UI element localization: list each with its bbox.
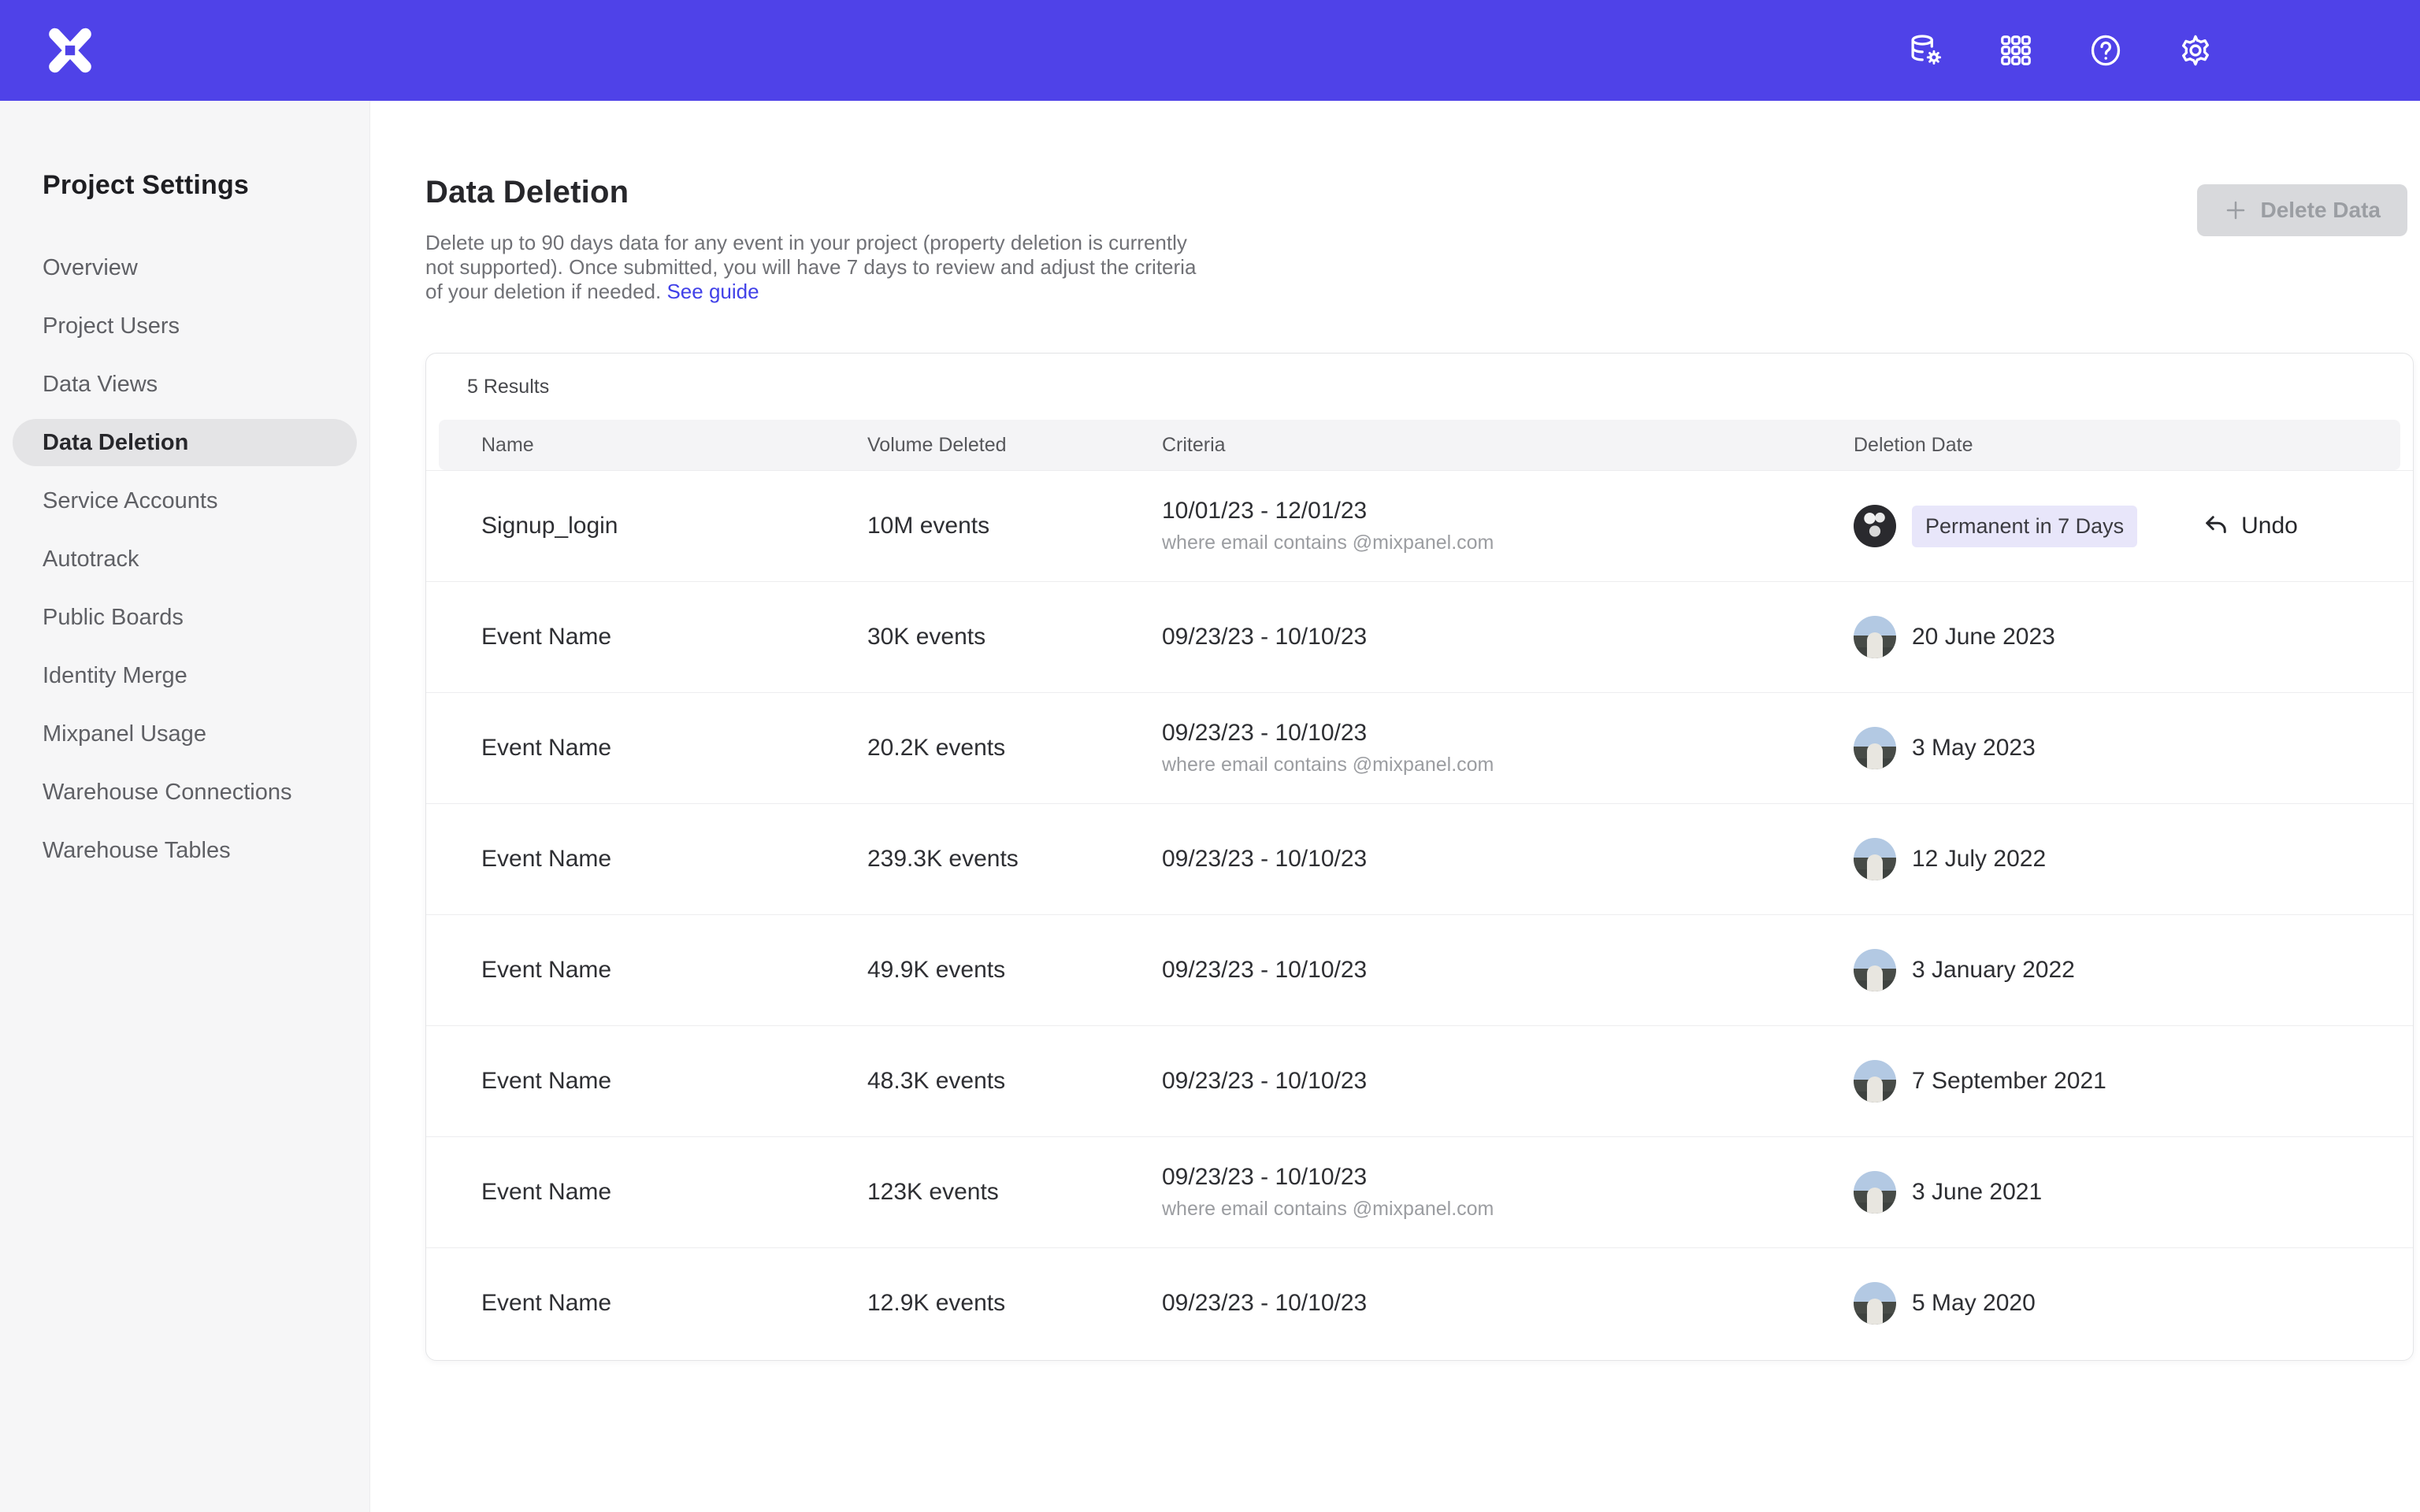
deletion-date: 3 May 2023 bbox=[1912, 735, 2036, 762]
main-content: Data Deletion Delete up to 90 days data … bbox=[370, 101, 2420, 1512]
results-count: 5 Results bbox=[426, 354, 2413, 420]
user-avatar bbox=[1854, 1171, 1896, 1214]
plus-icon bbox=[2224, 198, 2247, 222]
sidebar-item-autotrack[interactable]: Autotrack bbox=[0, 530, 369, 588]
column-header-volume-deleted: Volume Deleted bbox=[867, 434, 1162, 457]
column-header-criteria: Criteria bbox=[1162, 434, 1854, 457]
volume-deleted: 30K events bbox=[867, 624, 1162, 650]
status-badge: Permanent in 7 Days bbox=[1912, 506, 2137, 547]
mixpanel-x-icon bbox=[44, 24, 96, 76]
table-row: Event Name 48.3K events 09/23/23 - 10/10… bbox=[426, 1025, 2413, 1136]
user-avatar bbox=[1854, 505, 1896, 547]
sidebar-item-warehouse-connections[interactable]: Warehouse Connections bbox=[0, 763, 369, 821]
event-name: Event Name bbox=[426, 1179, 867, 1206]
column-header-name: Name bbox=[439, 434, 867, 457]
user-avatar bbox=[1854, 1060, 1896, 1102]
table-row: Event Name 49.9K events 09/23/23 - 10/10… bbox=[426, 914, 2413, 1025]
criteria-range: 09/23/23 - 10/10/23 bbox=[1162, 720, 1854, 747]
table-row: Event Name 123K events 09/23/23 - 10/10/… bbox=[426, 1136, 2413, 1247]
see-guide-link[interactable]: See guide bbox=[666, 280, 759, 303]
page-description-text: Delete up to 90 days data for any event … bbox=[425, 231, 1196, 303]
undo-label: Undo bbox=[2241, 513, 2298, 539]
table-row: Event Name 20.2K events 09/23/23 - 10/10… bbox=[426, 692, 2413, 803]
table-header-row: Name Volume Deleted Criteria Deletion Da… bbox=[439, 420, 2400, 470]
criteria-range: 09/23/23 - 10/10/23 bbox=[1162, 624, 1854, 650]
event-name: Event Name bbox=[426, 624, 867, 650]
undo-icon bbox=[2202, 512, 2230, 540]
sidebar-item-project-users[interactable]: Project Users bbox=[0, 297, 369, 355]
user-avatar bbox=[1854, 616, 1896, 658]
app-window: Project Settings Overview Project Users … bbox=[0, 0, 2420, 1512]
help-icon[interactable] bbox=[2088, 32, 2124, 69]
table-row: Event Name 30K events 09/23/23 - 10/10/2… bbox=[426, 581, 2413, 692]
column-header-deletion-date: Deletion Date bbox=[1854, 434, 2400, 457]
criteria-range: 09/23/23 - 10/10/23 bbox=[1162, 846, 1854, 873]
mixpanel-logo[interactable] bbox=[0, 24, 96, 76]
sidebar-item-overview[interactable]: Overview bbox=[0, 239, 369, 297]
event-name: Event Name bbox=[426, 846, 867, 873]
deletion-date: 20 June 2023 bbox=[1912, 624, 2055, 650]
deletion-requests-card: 5 Results Name Volume Deleted Criteria D… bbox=[425, 353, 2414, 1361]
event-name: Signup_login bbox=[426, 513, 867, 539]
deletion-date: 5 May 2020 bbox=[1912, 1290, 2036, 1317]
delete-data-button[interactable]: Delete Data bbox=[2197, 184, 2407, 236]
event-name: Event Name bbox=[426, 1290, 867, 1317]
table-row: Event Name 239.3K events 09/23/23 - 10/1… bbox=[426, 803, 2413, 914]
undo-button[interactable]: Undo bbox=[2202, 512, 2298, 540]
criteria-range: 09/23/23 - 10/10/23 bbox=[1162, 1290, 1854, 1317]
criteria-range: 10/01/23 - 12/01/23 bbox=[1162, 498, 1854, 524]
sidebar-item-data-deletion[interactable]: Data Deletion bbox=[13, 419, 357, 466]
user-avatar bbox=[1854, 727, 1896, 769]
volume-deleted: 239.3K events bbox=[867, 846, 1162, 873]
volume-deleted: 49.9K events bbox=[867, 957, 1162, 984]
page-description: Delete up to 90 days data for any event … bbox=[425, 231, 1213, 304]
volume-deleted: 123K events bbox=[867, 1179, 1162, 1206]
sidebar-item-mixpanel-usage[interactable]: Mixpanel Usage bbox=[0, 705, 369, 763]
settings-gear-icon[interactable] bbox=[2177, 32, 2214, 69]
user-avatar bbox=[1854, 838, 1896, 880]
sidebar-item-service-accounts[interactable]: Service Accounts bbox=[0, 472, 369, 530]
sidebar-item-data-views[interactable]: Data Views bbox=[0, 355, 369, 413]
volume-deleted: 48.3K events bbox=[867, 1068, 1162, 1095]
criteria-range: 09/23/23 - 10/10/23 bbox=[1162, 1164, 1854, 1191]
apps-grid-icon[interactable] bbox=[1998, 32, 2034, 69]
deletion-date: 12 July 2022 bbox=[1912, 846, 2046, 873]
event-name: Event Name bbox=[426, 1068, 867, 1095]
user-avatar bbox=[1854, 1282, 1896, 1325]
deletion-date: 3 January 2022 bbox=[1912, 957, 2075, 984]
event-name: Event Name bbox=[426, 957, 867, 984]
table-row: Event Name 12.9K events 09/23/23 - 10/10… bbox=[426, 1247, 2413, 1358]
top-navigation-bar bbox=[0, 0, 2420, 101]
sidebar-item-identity-merge[interactable]: Identity Merge bbox=[0, 647, 369, 705]
criteria-filter: where email contains @mixpanel.com bbox=[1162, 1198, 1854, 1221]
user-avatar bbox=[1854, 949, 1896, 991]
data-management-icon[interactable] bbox=[1908, 32, 1944, 69]
sidebar-item-warehouse-tables[interactable]: Warehouse Tables bbox=[0, 821, 369, 880]
table-row: Signup_login 10M events 10/01/23 - 12/01… bbox=[426, 470, 2413, 581]
project-settings-sidebar: Project Settings Overview Project Users … bbox=[0, 101, 370, 1512]
sidebar-title: Project Settings bbox=[0, 170, 369, 201]
event-name: Event Name bbox=[426, 735, 867, 762]
sidebar-item-public-boards[interactable]: Public Boards bbox=[0, 588, 369, 647]
criteria-range: 09/23/23 - 10/10/23 bbox=[1162, 1068, 1854, 1095]
volume-deleted: 12.9K events bbox=[867, 1290, 1162, 1317]
volume-deleted: 10M events bbox=[867, 513, 1162, 539]
deletion-date: 3 June 2021 bbox=[1912, 1179, 2042, 1206]
delete-data-button-label: Delete Data bbox=[2260, 198, 2381, 223]
deletion-date: 7 September 2021 bbox=[1912, 1068, 2106, 1095]
sidebar-nav: Overview Project Users Data Views Data D… bbox=[0, 239, 369, 880]
criteria-range: 09/23/23 - 10/10/23 bbox=[1162, 957, 1854, 984]
topbar-icon-group bbox=[1908, 32, 2214, 69]
volume-deleted: 20.2K events bbox=[867, 735, 1162, 762]
criteria-filter: where email contains @mixpanel.com bbox=[1162, 754, 1854, 776]
page-title: Data Deletion bbox=[425, 175, 1213, 210]
criteria-filter: where email contains @mixpanel.com bbox=[1162, 532, 1854, 554]
